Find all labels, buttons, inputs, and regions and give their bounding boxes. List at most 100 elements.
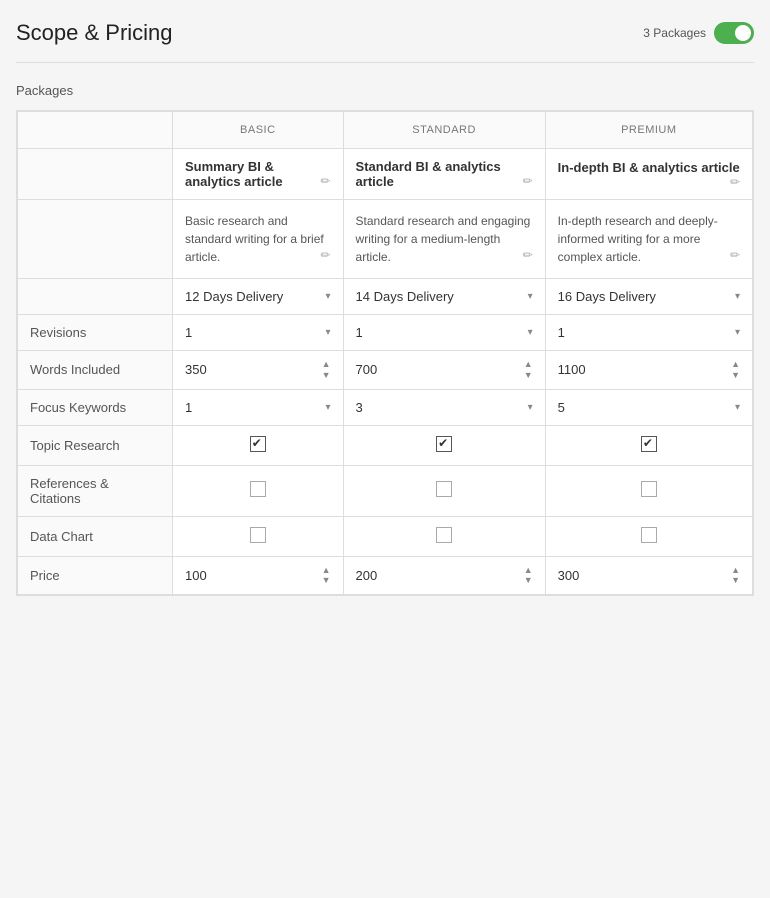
header-right: 3 Packages: [643, 22, 754, 44]
basic-keywords-select[interactable]: 1 ▾: [185, 400, 331, 415]
standard-title-edit-icon[interactable]: ✏: [523, 174, 533, 188]
standard-references-checkbox[interactable]: [436, 481, 452, 497]
standard-topic-research-checkbox[interactable]: [436, 436, 452, 452]
premium-revision-cell[interactable]: 1 ▾: [545, 315, 752, 351]
basic-references-cell[interactable]: [173, 465, 344, 516]
standard-price-stepper[interactable]: 200 ▲ ▼: [356, 565, 533, 587]
standard-title: Standard BI & analytics article: [356, 159, 501, 189]
basic-desc-edit-icon[interactable]: ✏: [320, 248, 330, 262]
basic-keywords-arrow: ▾: [326, 402, 331, 413]
standard-revision-select[interactable]: 1 ▾: [356, 325, 533, 340]
standard-data-chart-cell[interactable]: [343, 516, 545, 556]
standard-revision-cell[interactable]: 1 ▾: [343, 315, 545, 351]
premium-delivery-arrow: ▾: [735, 291, 740, 302]
premium-delivery-cell[interactable]: 16 Days Delivery ▾: [545, 279, 752, 315]
standard-topic-research-cell[interactable]: [343, 425, 545, 465]
standard-references-cell[interactable]: [343, 465, 545, 516]
premium-delivery-select[interactable]: 16 Days Delivery ▾: [558, 289, 740, 304]
basic-data-chart-cell[interactable]: [173, 516, 344, 556]
basic-price-cell: 100 ▲ ▼: [173, 556, 344, 595]
pkg-title-row: Summary BI & analytics article ✏ Standar…: [18, 149, 753, 200]
premium-references-checkbox[interactable]: [641, 481, 657, 497]
references-row: References & Citations: [18, 465, 753, 516]
premium-data-chart-cell[interactable]: [545, 516, 752, 556]
standard-data-chart-checkbox[interactable]: [436, 527, 452, 543]
premium-delivery-value: 16 Days Delivery: [558, 289, 656, 304]
basic-words-down[interactable]: ▼: [322, 370, 331, 381]
basic-words-value: 350: [185, 362, 207, 377]
standard-keywords-select[interactable]: 3 ▾: [356, 400, 533, 415]
standard-price-value: 200: [356, 568, 378, 583]
premium-keywords-select[interactable]: 5 ▾: [558, 400, 740, 415]
premium-words-stepper[interactable]: 1100 ▲ ▼: [558, 359, 740, 381]
standard-desc-edit-icon[interactable]: ✏: [523, 248, 533, 262]
basic-topic-research-checkbox[interactable]: [250, 436, 266, 452]
basic-keywords-cell[interactable]: 1 ▾: [173, 389, 344, 425]
premium-revision-select[interactable]: 1 ▾: [558, 325, 740, 340]
basic-price-stepper[interactable]: 100 ▲ ▼: [185, 565, 331, 587]
premium-price-down[interactable]: ▼: [731, 575, 740, 586]
premium-price-arrows[interactable]: ▲ ▼: [731, 565, 740, 587]
standard-words-arrows[interactable]: ▲ ▼: [524, 359, 533, 381]
page: Scope & Pricing 3 Packages Packages BASI…: [0, 0, 770, 898]
basic-words-up[interactable]: ▲: [322, 359, 331, 370]
basic-delivery-arrow: ▾: [326, 291, 331, 302]
premium-data-chart-checkbox[interactable]: [641, 527, 657, 543]
standard-words-up[interactable]: ▲: [524, 359, 533, 370]
header-divider: [16, 62, 754, 63]
topic-research-label: Topic Research: [18, 425, 173, 465]
standard-delivery-cell[interactable]: 14 Days Delivery ▾: [343, 279, 545, 315]
basic-revision-select[interactable]: 1 ▾: [185, 325, 331, 340]
premium-price-up[interactable]: ▲: [731, 565, 740, 576]
premium-words-down[interactable]: ▼: [731, 370, 740, 381]
standard-price-cell: 200 ▲ ▼: [343, 556, 545, 595]
standard-keywords-cell[interactable]: 3 ▾: [343, 389, 545, 425]
basic-words-cell: 350 ▲ ▼: [173, 351, 344, 390]
standard-price-up[interactable]: ▲: [524, 565, 533, 576]
basic-references-checkbox[interactable]: [250, 481, 266, 497]
premium-keywords-cell[interactable]: 5 ▾: [545, 389, 752, 425]
page-title: Scope & Pricing: [16, 20, 173, 46]
premium-words-up[interactable]: ▲: [731, 359, 740, 370]
basic-data-chart-checkbox[interactable]: [250, 527, 266, 543]
standard-words-cell: 700 ▲ ▼: [343, 351, 545, 390]
premium-revision-value: 1: [558, 325, 565, 340]
premium-title-edit-icon[interactable]: ✏: [730, 175, 740, 189]
basic-delivery-select[interactable]: 12 Days Delivery ▾: [185, 289, 331, 304]
premium-desc-cell: In-depth research and deeply-informed wr…: [545, 200, 752, 279]
standard-delivery-arrow: ▾: [528, 291, 533, 302]
packages-toggle[interactable]: [714, 22, 754, 44]
standard-words-down[interactable]: ▼: [524, 370, 533, 381]
standard-revision-arrow: ▾: [528, 327, 533, 338]
standard-desc: Standard research and engaging writing f…: [356, 214, 531, 264]
basic-words-arrows[interactable]: ▲ ▼: [322, 359, 331, 381]
standard-price-arrows[interactable]: ▲ ▼: [524, 565, 533, 587]
basic-price-up[interactable]: ▲: [322, 565, 331, 576]
basic-topic-research-cell[interactable]: [173, 425, 344, 465]
standard-delivery-value: 14 Days Delivery: [356, 289, 454, 304]
basic-words-stepper[interactable]: 350 ▲ ▼: [185, 359, 331, 381]
standard-words-stepper[interactable]: 700 ▲ ▼: [356, 359, 533, 381]
basic-delivery-cell[interactable]: 12 Days Delivery ▾: [173, 279, 344, 315]
premium-references-cell[interactable]: [545, 465, 752, 516]
column-header-row: BASIC STANDARD PREMIUM: [18, 112, 753, 149]
premium-topic-research-cell[interactable]: [545, 425, 752, 465]
pkg-desc-row: Basic research and standard writing for …: [18, 200, 753, 279]
label-col-header: [18, 112, 173, 149]
references-label: References & Citations: [18, 465, 173, 516]
basic-revision-cell[interactable]: 1 ▾: [173, 315, 344, 351]
basic-price-arrows[interactable]: ▲ ▼: [322, 565, 331, 587]
basic-title: Summary BI & analytics article: [185, 159, 283, 189]
basic-title-edit-icon[interactable]: ✏: [320, 174, 330, 188]
basic-price-down[interactable]: ▼: [322, 575, 331, 586]
standard-price-down[interactable]: ▼: [524, 575, 533, 586]
section-label: Packages: [16, 83, 754, 98]
premium-words-arrows[interactable]: ▲ ▼: [731, 359, 740, 381]
topic-research-row: Topic Research: [18, 425, 753, 465]
premium-desc-edit-icon[interactable]: ✏: [730, 248, 740, 262]
premium-price-stepper[interactable]: 300 ▲ ▼: [558, 565, 740, 587]
premium-topic-research-checkbox[interactable]: [641, 436, 657, 452]
standard-delivery-select[interactable]: 14 Days Delivery ▾: [356, 289, 533, 304]
basic-title-cell: Summary BI & analytics article ✏: [173, 149, 344, 200]
standard-desc-cell: Standard research and engaging writing f…: [343, 200, 545, 279]
